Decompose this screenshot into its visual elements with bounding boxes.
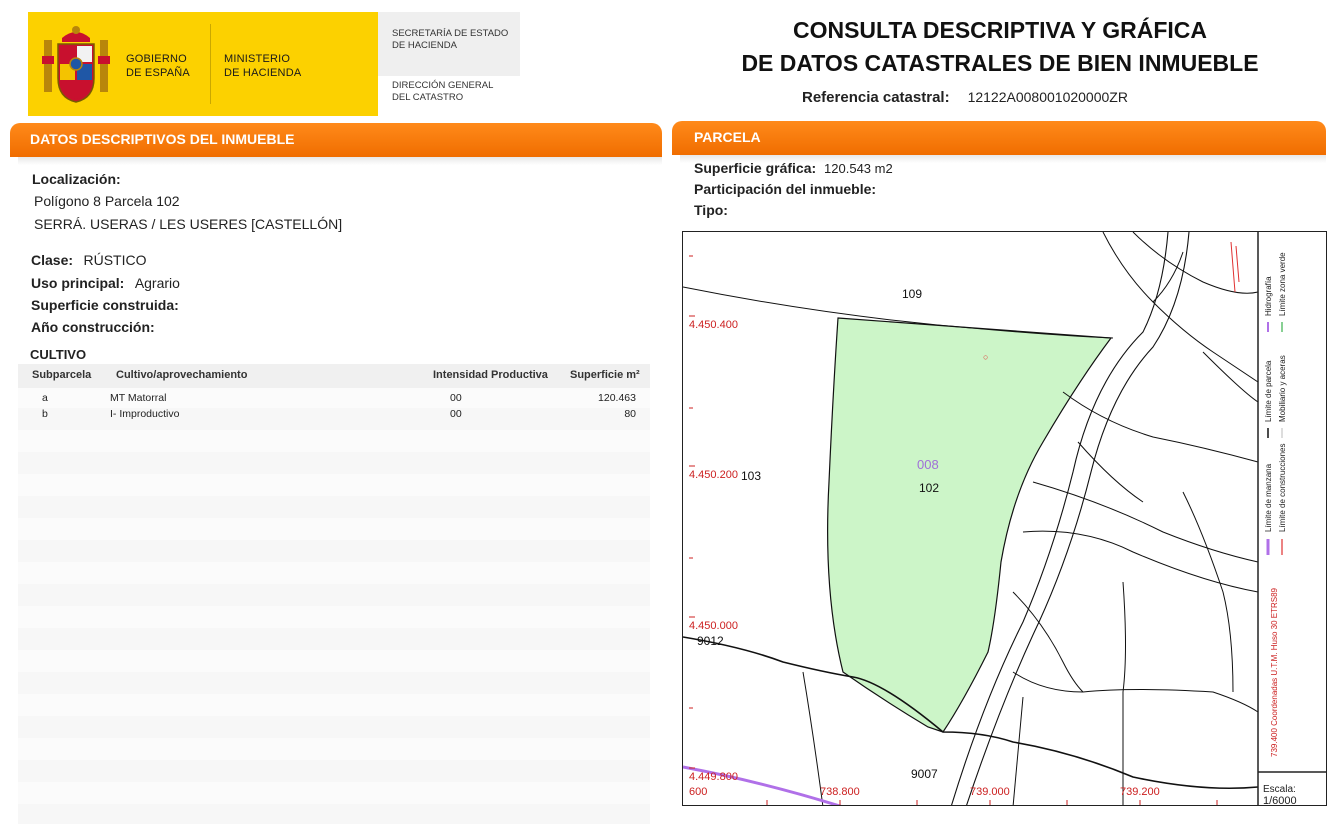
escala-label: Escala: [1263, 784, 1296, 795]
page-title: CONSULTA DESCRIPTIVA Y GRÁFICA DE DATOS … [700, 14, 1300, 80]
legend-hidrografia: Hidrografía [1264, 276, 1273, 316]
col-cultivo: Cultivo/aprovechamiento [116, 369, 248, 381]
tipo-label: Tipo: [694, 202, 728, 218]
y-coord-label: 4.450.200 [689, 469, 738, 481]
x-coord-label: 600 [689, 786, 707, 798]
secretaria-label: SECRETARÍA DE ESTADO DE HACIENDA [392, 28, 509, 51]
y-coord-label: 4.450.400 [689, 319, 738, 331]
cell-subparcela: b [42, 408, 48, 420]
legend-limite-construcciones: Límite de construcciones [1278, 444, 1287, 533]
section-header-datos: DATOS DESCRIPTIVOS DEL INMUEBLE [10, 123, 662, 157]
localizacion-line-2: SERRÁ. USERAS / LES USERES [CASTELLÓN] [34, 216, 343, 232]
localizacion-label: Localización: [32, 171, 121, 187]
uso-label: Uso principal: [31, 275, 125, 291]
cell-superficie: 80 [624, 408, 636, 420]
x-coord-label: 738.800 [820, 786, 860, 798]
cultivo-title: CULTIVO [30, 347, 87, 362]
ref-value: 12122A008001020000ZR [967, 89, 1128, 105]
government-logo: GOBIERNO DE ESPAÑA MINISTERIO DE HACIEND… [28, 12, 378, 116]
cell-cultivo: I- Improductivo [110, 408, 180, 420]
legend-coords-note: 739.400 Coordenadas U.T.M. Huso 30 ETRS8… [1270, 587, 1279, 757]
col-intensidad: Intensidad Productiva [433, 369, 548, 381]
referencia-catastral: Referencia catastral: 12122A008001020000Z… [802, 89, 1128, 106]
section-header-parcela: PARCELA [672, 121, 1326, 155]
title-line-2: DE DATOS CATASTRALES DE BIEN INMUEBLE [741, 50, 1259, 76]
parcel-label-9007: 9007 [911, 767, 938, 781]
title-line-1: CONSULTA DESCRIPTIVA Y GRÁFICA [792, 17, 1208, 43]
table-row: b I- Improductivo 00 80 [18, 406, 650, 422]
cell-superficie: 120.463 [598, 392, 636, 404]
superficie-grafica-value: 120.543 m2 [824, 161, 893, 176]
clase-value: RÚSTICO [83, 252, 147, 268]
x-coord-label: 739.200 [1120, 786, 1160, 798]
legend-mobiliario: Mobiliario y aceras [1278, 355, 1287, 422]
polygon-label-008: 008 [917, 457, 939, 472]
y-coord-label: 4.450.000 [689, 620, 738, 632]
gobierno-label: GOBIERNO DE ESPAÑA [126, 53, 190, 79]
y-coord-label: 4.449.800 [689, 771, 738, 783]
section-header-shadow [18, 157, 662, 165]
clase-label: Clase: [31, 252, 74, 268]
cultivo-table: Subparcela Cultivo/aprovechamiento Inten… [18, 364, 650, 824]
coat-of-arms-icon [42, 26, 110, 103]
svg-text:○: ○ [983, 352, 988, 362]
parcel-102-area [827, 317, 1113, 733]
ref-label: Referencia catastral: [802, 89, 950, 106]
superficie-grafica-label: Superficie gráfica: [694, 160, 817, 176]
parcel-label-109: 109 [902, 287, 922, 301]
cell-subparcela: a [42, 392, 48, 404]
superficie-construida-label: Superficie construida: [31, 297, 179, 313]
legend-limite-manzana: Límite de manzana [1264, 463, 1273, 532]
map-drawing: ○ 109 102 008 103 9012 9007 4.450.400 4.… [683, 232, 1326, 806]
cadastral-map[interactable]: ○ 109 102 008 103 9012 9007 4.450.400 4.… [682, 231, 1327, 806]
parcel-label-9012: 9012 [697, 634, 724, 648]
uso-value: Agrario [134, 275, 180, 291]
direccion-label: DIRECCIÓN GENERAL DEL CATASTRO [392, 80, 494, 103]
col-superficie: Superficie m² [570, 369, 640, 381]
parcel-label-103: 103 [741, 469, 761, 483]
escala-value: 1/6000 [1263, 795, 1297, 806]
localizacion-line-1: Polígono 8 Parcela 102 [34, 193, 180, 209]
parcel-label-102: 102 [919, 481, 939, 495]
superficie-grafica-row: Superficie gráfica: 120.543 m2 [694, 160, 893, 176]
participacion-label: Participación del inmueble: [694, 181, 877, 197]
col-subparcela: Subparcela [32, 369, 92, 381]
clase-row: Clase: RÚSTICO [31, 252, 146, 270]
x-coord-label: 739.000 [970, 786, 1010, 798]
agency-block: SECRETARÍA DE ESTADO DE HACIENDA DIRECCI… [378, 12, 520, 116]
table-row: a MT Matorral 00 120.463 [18, 390, 650, 406]
anio-construccion-label: Año construcción: [31, 319, 155, 335]
cell-cultivo: MT Matorral [110, 392, 167, 404]
logo-divider [210, 24, 211, 104]
uso-row: Uso principal: Agrario [31, 275, 180, 293]
legend-zona-verde: Límite zona verde [1278, 252, 1287, 316]
cultivo-table-header: Subparcela Cultivo/aprovechamiento Inten… [18, 364, 650, 388]
ministerio-label: MINISTERIO DE HACIENDA [224, 53, 302, 79]
cell-intensidad: 00 [450, 392, 462, 404]
legend-limite-parcela: Límite de parcela [1264, 360, 1273, 422]
cell-intensidad: 00 [450, 408, 462, 420]
